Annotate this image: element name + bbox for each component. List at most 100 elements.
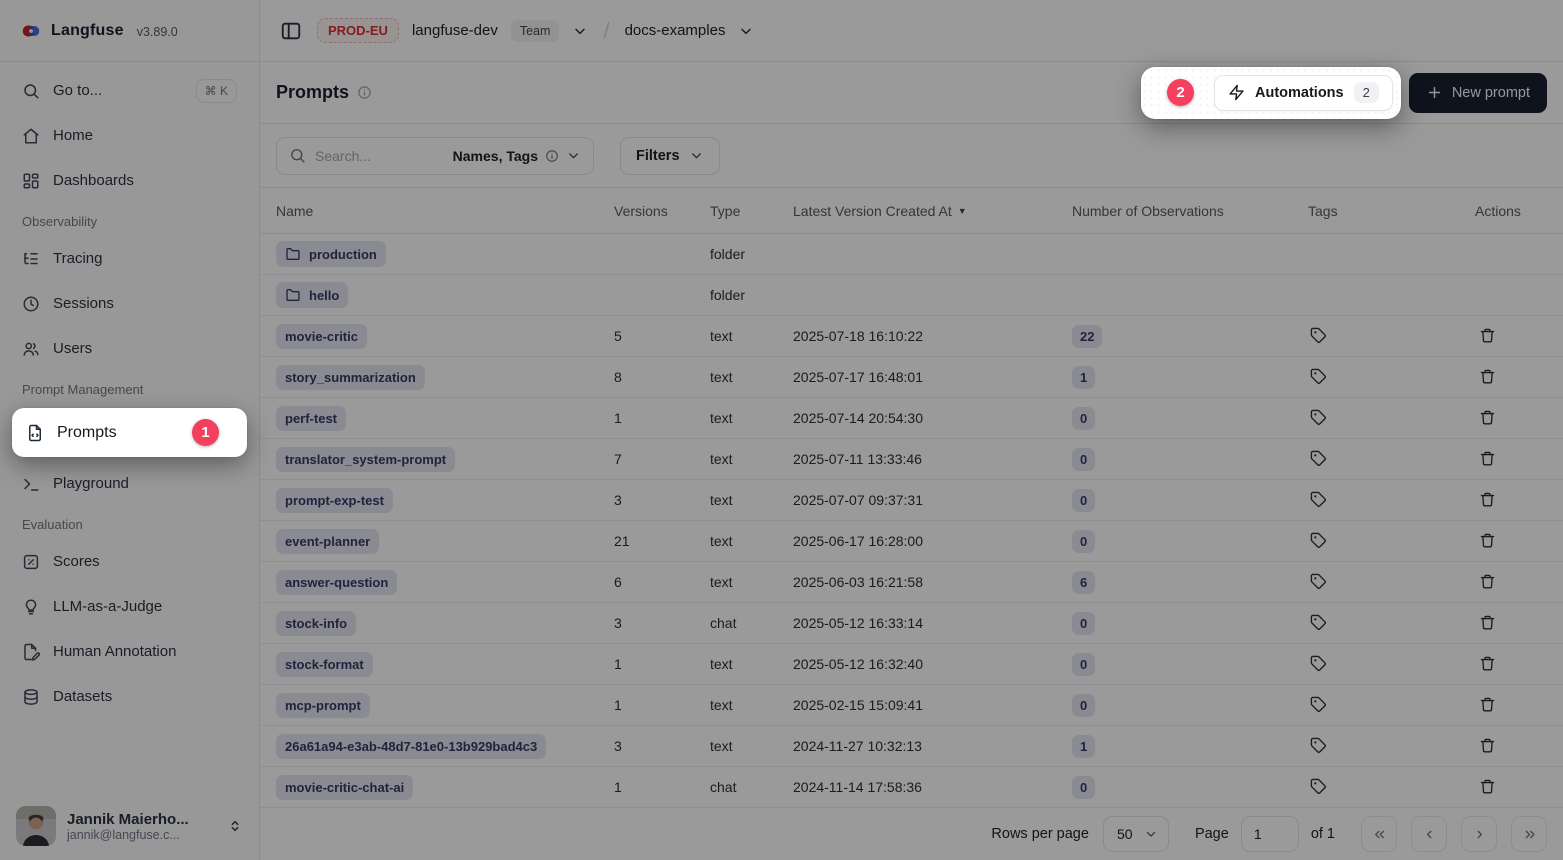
prompt-name-badge[interactable]: mcp-prompt	[276, 693, 370, 718]
delete-prompt-button[interactable]	[1477, 448, 1498, 469]
table-row[interactable]: mcp-prompt1text2025-02-15 15:09:410	[260, 685, 1563, 726]
sidebar-toggle-button[interactable]	[278, 18, 304, 44]
info-icon[interactable]	[357, 85, 372, 100]
tag-icon[interactable]	[1308, 366, 1329, 387]
column-header-name[interactable]: Name	[276, 203, 614, 219]
prompt-name-badge[interactable]: prompt-exp-test	[276, 488, 393, 513]
next-page-button[interactable]	[1461, 816, 1497, 852]
folder-name-badge[interactable]: production	[276, 241, 386, 267]
sidebar-item-home[interactable]: Home	[12, 119, 247, 152]
chevron-down-icon[interactable]	[572, 23, 588, 39]
delete-prompt-button[interactable]	[1477, 735, 1498, 756]
prompt-name-badge[interactable]: event-planner	[276, 529, 379, 554]
sidebar-item-users[interactable]: Users	[12, 332, 247, 365]
table-row[interactable]: stock-info3chat2025-05-12 16:33:140	[260, 603, 1563, 644]
sidebar-item-tracing[interactable]: Tracing	[12, 242, 247, 275]
search-input[interactable]	[315, 148, 444, 164]
prompt-name-badge[interactable]: story_summarization	[276, 365, 425, 390]
percent-square-icon	[22, 553, 40, 571]
sidebar-item-dashboards[interactable]: Dashboards	[12, 164, 247, 197]
tag-icon[interactable]	[1308, 530, 1329, 551]
sidebar-item-playground[interactable]: Playground	[12, 467, 247, 500]
user-account-menu[interactable]: Jannik Maierho... jannik@langfuse.c...	[0, 796, 259, 860]
table-row[interactable]: answer-question6text2025-06-03 16:21:586	[260, 562, 1563, 603]
table-row[interactable]: perf-test1text2025-07-14 20:54:300	[260, 398, 1563, 439]
folder-name-badge[interactable]: hello	[276, 282, 348, 308]
table-row[interactable]: 26a61a94-e3ab-48d7-81e0-13b929bad4c33tex…	[260, 726, 1563, 767]
delete-prompt-button[interactable]	[1477, 325, 1498, 346]
table-row[interactable]: event-planner21text2025-06-17 16:28:000	[260, 521, 1563, 562]
last-page-button[interactable]	[1511, 816, 1547, 852]
delete-prompt-button[interactable]	[1477, 489, 1498, 510]
table-row[interactable]: movie-critic-chat-ai1chat2024-11-14 17:5…	[260, 767, 1563, 808]
prompt-name-badge[interactable]: 26a61a94-e3ab-48d7-81e0-13b929bad4c3	[276, 734, 546, 759]
name-cell: hello	[276, 282, 614, 308]
sidebar-item-datasets[interactable]: Datasets	[12, 680, 247, 713]
prompt-name-badge[interactable]: stock-format	[276, 652, 373, 677]
column-header-type[interactable]: Type	[710, 203, 793, 219]
table-row[interactable]: prompt-exp-test3text2025-07-07 09:37:310	[260, 480, 1563, 521]
sidebar-item-go-to[interactable]: Go to... ⌘ K	[12, 74, 247, 107]
tag-icon[interactable]	[1308, 776, 1329, 797]
prompt-name-badge[interactable]: movie-critic-chat-ai	[276, 775, 413, 800]
delete-prompt-button[interactable]	[1477, 776, 1498, 797]
project-name[interactable]: docs-examples	[625, 22, 726, 39]
prompt-name-badge[interactable]: answer-question	[276, 570, 397, 595]
delete-prompt-button[interactable]	[1477, 407, 1498, 428]
environment-badge[interactable]: PROD-EU	[317, 18, 399, 43]
tag-icon[interactable]	[1308, 571, 1329, 592]
chevron-down-icon[interactable]	[738, 23, 754, 39]
tag-icon[interactable]	[1308, 489, 1329, 510]
tags-cell	[1308, 776, 1475, 798]
prompt-name-badge[interactable]: stock-info	[276, 611, 356, 636]
delete-prompt-button[interactable]	[1477, 366, 1498, 387]
sidebar-item-sessions[interactable]: Sessions	[12, 287, 247, 320]
tags-cell	[1308, 694, 1475, 716]
column-header-versions[interactable]: Versions	[614, 203, 710, 219]
actions-cell	[1475, 489, 1547, 511]
actions-cell	[1475, 448, 1547, 470]
sidebar-item-human-annotation[interactable]: Human Annotation	[12, 635, 247, 668]
table-row[interactable]: story_summarization8text2025-07-17 16:48…	[260, 357, 1563, 398]
delete-prompt-button[interactable]	[1477, 530, 1498, 551]
tag-icon[interactable]	[1308, 735, 1329, 756]
table-row[interactable]: translator_system-prompt7text2025-07-11 …	[260, 439, 1563, 480]
new-prompt-button[interactable]: New prompt	[1409, 73, 1547, 113]
page-number-input[interactable]	[1241, 816, 1299, 852]
tag-icon[interactable]	[1308, 694, 1329, 715]
search-scope-selector[interactable]: Names, Tags	[453, 148, 581, 164]
rows-per-page-select[interactable]: 50	[1103, 816, 1169, 852]
delete-prompt-button[interactable]	[1477, 612, 1498, 633]
delete-prompt-button[interactable]	[1477, 694, 1498, 715]
tag-icon[interactable]	[1308, 407, 1329, 428]
prompt-name-badge[interactable]: perf-test	[276, 406, 346, 431]
sidebar-item-scores[interactable]: Scores	[12, 545, 247, 578]
sidebar-item-llm-judge[interactable]: LLM-as-a-Judge	[12, 590, 247, 623]
table-row[interactable]: hellofolder	[260, 275, 1563, 316]
org-name[interactable]: langfuse-dev	[412, 22, 498, 39]
name-cell: stock-format	[276, 652, 614, 677]
table-row[interactable]: movie-critic5text2025-07-18 16:10:2222	[260, 316, 1563, 357]
tag-icon[interactable]	[1308, 448, 1329, 469]
filters-button[interactable]: Filters	[620, 137, 720, 175]
table-row[interactable]: productionfolder	[260, 234, 1563, 275]
prompt-name-badge[interactable]: translator_system-prompt	[276, 447, 455, 472]
versions-cell: 5	[614, 328, 710, 344]
table-row[interactable]: stock-format1text2025-05-12 16:32:400	[260, 644, 1563, 685]
delete-prompt-button[interactable]	[1477, 571, 1498, 592]
column-header-observations[interactable]: Number of Observations	[1072, 203, 1308, 219]
automations-button[interactable]: Automations 2	[1214, 75, 1393, 111]
sidebar-item-prompts[interactable]: Prompts 1	[12, 408, 247, 457]
delete-prompt-button[interactable]	[1477, 653, 1498, 674]
keyboard-shortcut-badge: ⌘ K	[196, 79, 237, 103]
first-page-button[interactable]	[1361, 816, 1397, 852]
prompt-name-badge[interactable]: movie-critic	[276, 324, 367, 349]
column-header-latest-version[interactable]: Latest Version Created At▼	[793, 203, 1072, 219]
search-box[interactable]: Names, Tags	[276, 137, 594, 175]
tag-icon[interactable]	[1308, 325, 1329, 346]
previous-page-button[interactable]	[1411, 816, 1447, 852]
tag-icon[interactable]	[1308, 653, 1329, 674]
column-header-tags[interactable]: Tags	[1308, 203, 1475, 219]
tutorial-step-1-badge: 1	[192, 419, 219, 446]
tag-icon[interactable]	[1308, 612, 1329, 633]
